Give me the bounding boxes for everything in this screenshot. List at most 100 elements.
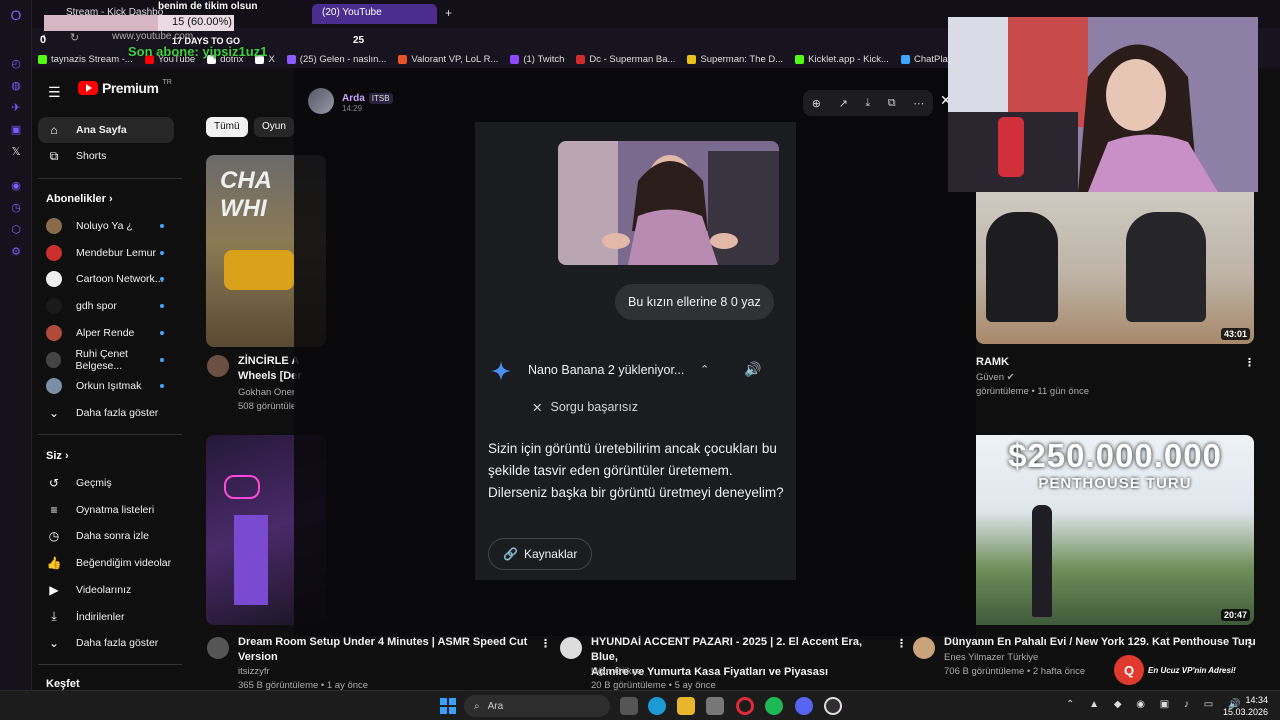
more-icon[interactable]: ⋮ <box>1244 637 1255 650</box>
taskbar-search[interactable]: ⌕ Ara <box>464 695 610 717</box>
library-item[interactable]: 👍 Beğendiğim videolar <box>38 550 174 576</box>
library-label: İndirilenler <box>76 610 125 623</box>
thumbnail-car <box>224 250 294 290</box>
task-view-icon[interactable] <box>620 697 638 715</box>
subscription-item[interactable]: Ruhi Çenet Belgese... <box>38 347 174 373</box>
reload-icon[interactable]: ↻ <box>70 31 79 44</box>
subscription-item[interactable]: Orkun Işıtmak <box>38 373 174 399</box>
video-title[interactable]: Dünyanın En Pahalı Evi / New York 129. K… <box>944 635 1256 650</box>
more-icon[interactable]: ⋯ <box>913 97 924 110</box>
library-item[interactable]: ◷ Daha sonra izle <box>38 523 174 549</box>
open-external-icon[interactable]: ⧉ <box>888 97 896 110</box>
bookmark-item[interactable]: (1) Twitch <box>504 54 570 65</box>
video-thumbnail[interactable]: 43:01 <box>976 192 1254 344</box>
chevron-up-icon[interactable]: ⌃ <box>700 363 709 376</box>
show-more-subs[interactable]: ⌄ Daha fazla göster <box>38 400 174 426</box>
clock-icon[interactable]: ◴ <box>0 52 32 74</box>
bookmark-item[interactable]: Dc - Superman Ba... <box>570 54 681 65</box>
video-channel[interactable]: itsizzyfr <box>238 665 270 679</box>
tab-youtube[interactable]: (20) YouTube <box>312 4 437 24</box>
channel-avatar[interactable] <box>913 637 935 659</box>
library-item[interactable]: ≡ Oynatma listeleri <box>38 497 174 523</box>
channel-avatar <box>46 298 62 315</box>
clock[interactable]: 14:34 15.03.2026 <box>1223 694 1268 718</box>
library-item[interactable]: ↺ Geçmiş <box>38 470 174 496</box>
bookmark-item[interactable]: taynazis Stream -... <box>32 54 139 65</box>
more-icon[interactable]: ⋮ <box>540 637 551 650</box>
start-button[interactable] <box>440 698 456 714</box>
history-side-icon[interactable]: ◷ <box>0 196 32 218</box>
spotify-icon[interactable] <box>765 697 783 715</box>
bookmark-item[interactable]: Superman: The D... <box>681 54 789 65</box>
goal-start: 0 <box>40 34 47 46</box>
goal-progress-bar: 15 (60.00%) <box>44 15 234 31</box>
nav-shorts[interactable]: ⧉ Shorts <box>38 143 174 169</box>
explorer-icon[interactable] <box>677 697 695 715</box>
menu-icon[interactable]: ☰ <box>48 84 61 101</box>
video-channel[interactable]: Güven ✔ <box>976 371 1015 385</box>
library-item[interactable]: ⤓ İndirilenler <box>38 604 174 630</box>
divider <box>38 664 182 665</box>
subscription-item[interactable]: Noluyo Ya ¿ <box>38 213 174 239</box>
messenger-icon[interactable]: ◍ <box>0 74 32 96</box>
bookmark-item[interactable]: (25) Gelen - naslın... <box>281 54 393 65</box>
video-title[interactable]: ZİNCİRLE A Wheels [Der <box>238 354 302 384</box>
subscription-item[interactable]: Cartoon Network... <box>38 266 174 292</box>
obs-icon[interactable] <box>824 697 842 715</box>
youtube-brand: Premium <box>102 80 159 96</box>
extensions-icon[interactable]: ⬡ <box>0 218 32 240</box>
bookmark-item[interactable]: Valorant VP, LoL R... <box>392 54 504 65</box>
channel-avatar[interactable] <box>207 355 229 377</box>
channel-avatar[interactable] <box>560 637 582 659</box>
subscription-item[interactable]: Alper Rende <box>38 320 174 346</box>
subscription-item[interactable]: Mendebur Lemur <box>38 240 174 266</box>
show-more-you[interactable]: ⌄ Daha fazla göster <box>38 630 174 656</box>
video-channel[interactable]: Uğur Gökçe <box>591 665 642 679</box>
promo-logo: Q <box>1114 655 1144 685</box>
player-icon[interactable]: ◉ <box>0 174 32 196</box>
video-channel[interactable]: Gokhan Oner <box>238 386 295 400</box>
video-thumbnail[interactable]: $250.000.000 PENTHOUSE TURU 20:47 <box>976 435 1254 625</box>
more-icon[interactable]: ⋮ <box>1244 356 1255 369</box>
new-tab-button[interactable]: + <box>440 4 460 24</box>
you-heading[interactable]: Siz › <box>46 450 69 462</box>
channel-avatar[interactable] <box>207 637 229 659</box>
video-duration: 20:47 <box>1220 609 1250 621</box>
youtube-logo[interactable]: Premium TR <box>78 78 172 96</box>
share-icon[interactable]: ↗ <box>839 97 848 110</box>
youtube-region: TR <box>162 78 172 86</box>
speaker-icon[interactable]: 🔊 <box>744 361 761 378</box>
video-title[interactable]: Dream Room Setup Under 4 Minutes | ASMR … <box>238 635 528 665</box>
opera-icon[interactable] <box>736 697 754 715</box>
edge-icon[interactable] <box>648 697 666 715</box>
subscriptions-heading[interactable]: Abonelikler › <box>46 193 113 205</box>
subscription-item[interactable]: gdh spor <box>38 293 174 319</box>
uploaded-image[interactable] <box>558 141 779 265</box>
opera-logo-icon[interactable]: O <box>0 4 32 26</box>
message-author[interactable]: Arda <box>342 93 365 104</box>
discord-icon[interactable] <box>795 697 813 715</box>
chip-all[interactable]: Tümü <box>206 117 248 137</box>
bookmark-item[interactable]: Kicklet.app - Kick... <box>789 54 895 65</box>
video-channel[interactable]: Enes Yilmazer Türkiye <box>944 651 1038 665</box>
store-icon[interactable] <box>706 697 724 715</box>
zoom-in-icon[interactable]: ⊕ <box>812 97 821 110</box>
music-icon[interactable]: ▣ <box>0 118 32 140</box>
system-tray[interactable]: ⌃ ▲ ◆ ◉ ▣ ♪ ▭ 🔊 <box>1066 699 1247 710</box>
download-icon[interactable]: ⤓ <box>865 97 870 110</box>
avatar[interactable] <box>308 88 334 114</box>
video-title[interactable]: RAMK <box>976 355 1009 370</box>
sources-button[interactable]: 🔗 Kaynaklar <box>488 538 593 570</box>
goal-target: 25 <box>353 35 365 46</box>
bookmark-favicon-icon <box>576 54 586 64</box>
more-icon[interactable]: ⋮ <box>896 637 907 650</box>
query-failed: ✕ Sorgu başarısız <box>532 400 639 415</box>
new-content-dot <box>160 357 164 362</box>
nav-home[interactable]: ⌂ Ana Sayfa <box>38 117 174 143</box>
x-social-icon[interactable]: 𝕏 <box>0 140 32 162</box>
bookmark-label: Kicklet.app - Kick... <box>808 53 889 65</box>
telegram-icon[interactable]: ✈ <box>0 96 32 118</box>
settings-icon[interactable]: ⚙ <box>0 240 32 262</box>
chip-gaming[interactable]: Oyun <box>254 117 294 137</box>
library-item[interactable]: ▶ Videolarınız <box>38 577 174 603</box>
